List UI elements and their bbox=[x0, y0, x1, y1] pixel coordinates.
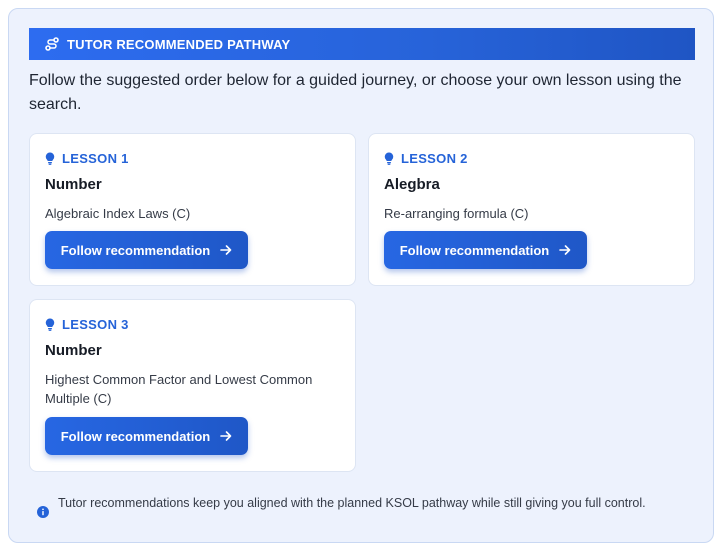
info-icon bbox=[37, 506, 49, 518]
banner-title: TUTOR RECOMMENDED PATHWAY bbox=[67, 36, 291, 52]
lightbulb-icon bbox=[384, 152, 394, 165]
lesson-card: LESSON 1 Number Algebraic Index Laws (C)… bbox=[29, 133, 356, 286]
lesson-tag: LESSON 3 bbox=[45, 317, 129, 332]
button-label: Follow recommendation bbox=[399, 242, 550, 258]
lesson-card: LESSON 3 Number Highest Common Factor an… bbox=[29, 299, 356, 472]
button-label: Follow recommendation bbox=[60, 428, 211, 444]
lesson-number: LESSON 1 bbox=[62, 151, 129, 166]
lesson-description: Algebraic Index Laws (C) bbox=[45, 206, 191, 221]
lesson-description: Highest Common Factor and Lowest Common … bbox=[45, 372, 313, 406]
follow-recommendation-button[interactable]: Follow recommendation bbox=[384, 231, 587, 269]
follow-recommendation-button[interactable]: Follow recommendation bbox=[45, 231, 248, 269]
lesson-description: Re-arranging formula (C) bbox=[384, 206, 529, 221]
footnote-text: Tutor recommendations keep you aligned w… bbox=[58, 496, 646, 510]
button-label: Follow recommendation bbox=[60, 242, 211, 258]
lightbulb-icon bbox=[45, 152, 55, 165]
footnote: Tutor recommendations keep you aligned w… bbox=[37, 493, 687, 518]
lesson-number: LESSON 2 bbox=[401, 151, 468, 166]
arrow-right-icon bbox=[220, 430, 232, 442]
lesson-tag: LESSON 1 bbox=[45, 151, 129, 166]
recommended-pathway-panel: TUTOR RECOMMENDED PATHWAY Follow the sug… bbox=[8, 8, 714, 543]
arrow-right-icon bbox=[559, 244, 571, 256]
pathway-banner: TUTOR RECOMMENDED PATHWAY bbox=[29, 28, 695, 60]
intro-text: Follow the suggested order below for a g… bbox=[29, 72, 682, 113]
follow-recommendation-button[interactable]: Follow recommendation bbox=[45, 417, 248, 455]
lesson-topic: Number bbox=[45, 176, 102, 193]
arrow-right-icon bbox=[220, 244, 232, 256]
lesson-topic: Number bbox=[45, 342, 102, 359]
lesson-tag: LESSON 2 bbox=[384, 151, 468, 166]
route-icon bbox=[45, 37, 59, 51]
lesson-card: LESSON 2 Alegbra Re-arranging formula (C… bbox=[368, 133, 695, 286]
lesson-topic: Alegbra bbox=[384, 176, 440, 193]
lightbulb-icon bbox=[45, 318, 55, 331]
lesson-number: LESSON 3 bbox=[62, 317, 129, 332]
